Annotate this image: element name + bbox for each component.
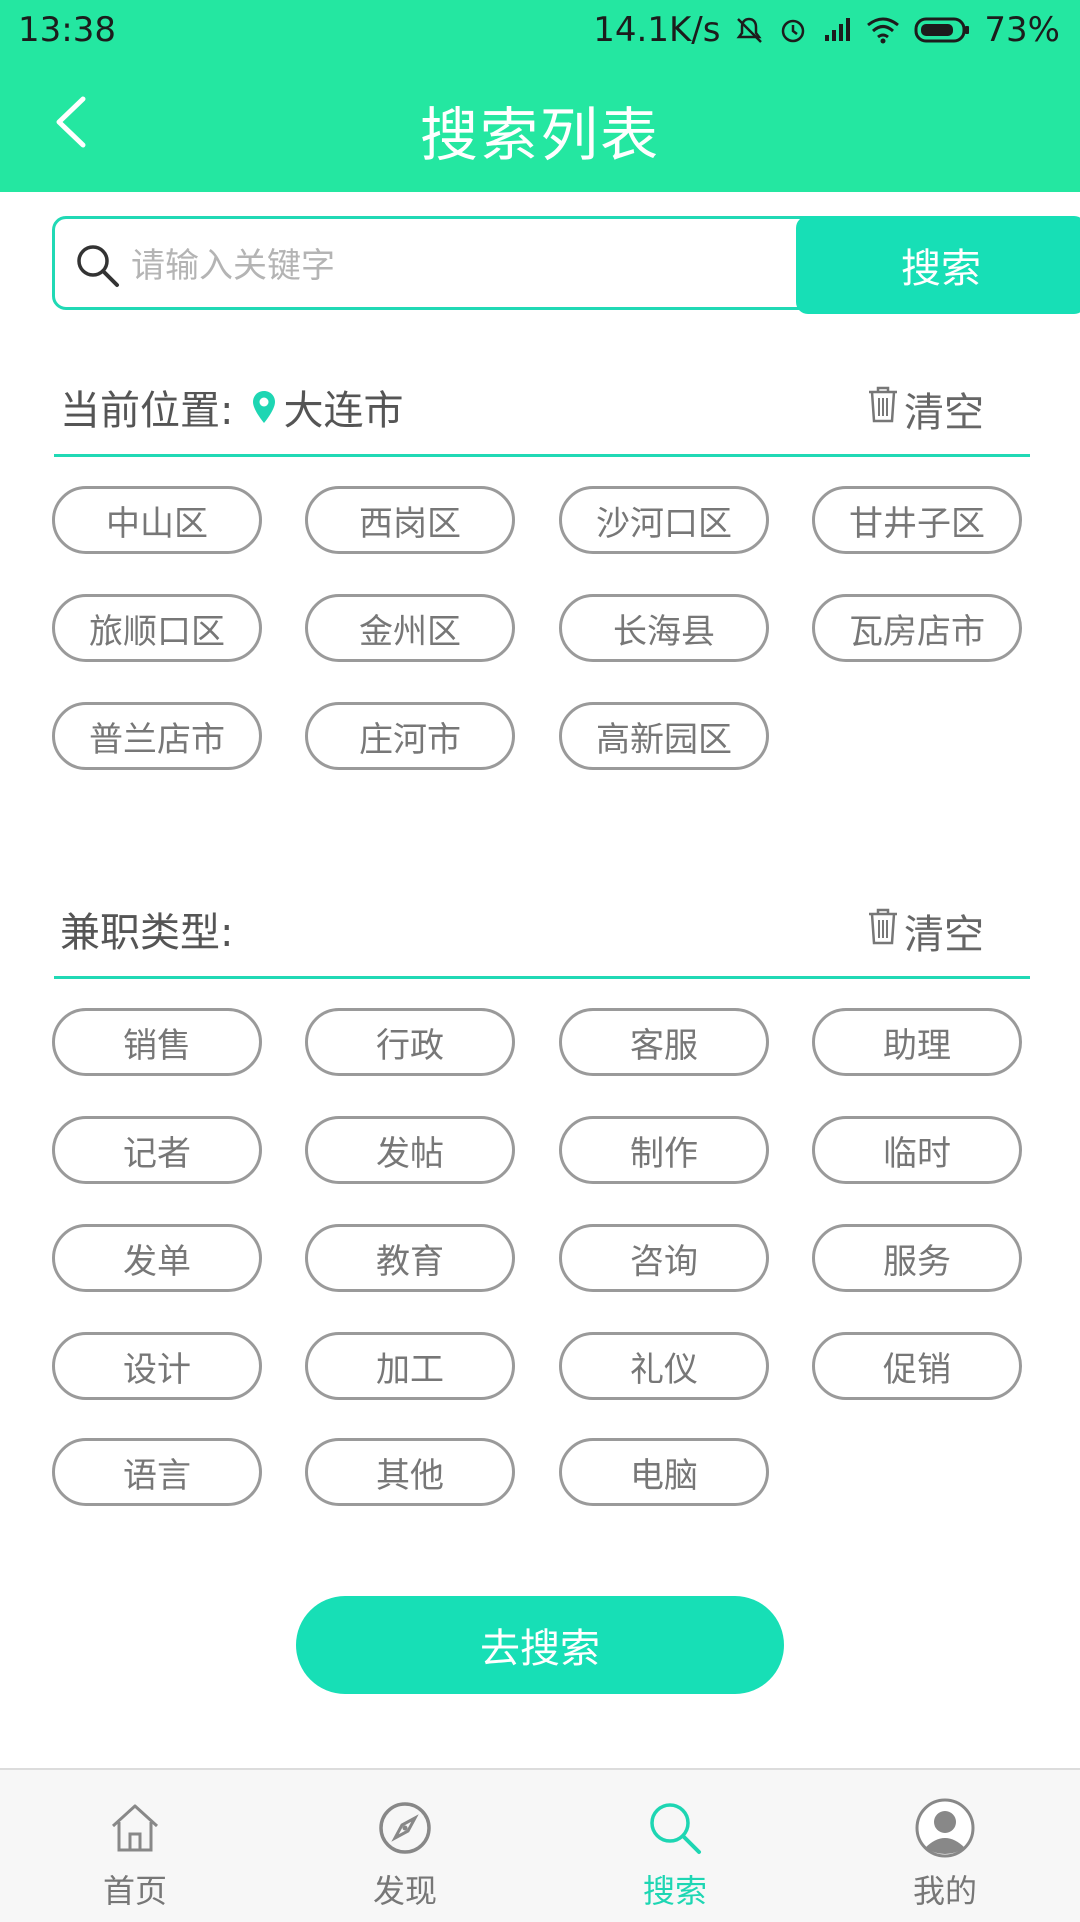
- tab-profile-label: 我的: [912, 1872, 977, 1910]
- location-label: 当前位置:: [60, 388, 234, 434]
- job-type-chip[interactable]: 记者: [52, 1116, 262, 1184]
- tab-profile[interactable]: 我的: [810, 1770, 1080, 1922]
- clear-location-button[interactable]: 清空: [866, 380, 984, 438]
- location-section-header: 当前位置: 大连市 清空: [54, 354, 1030, 457]
- district-chip[interactable]: 高新园区: [559, 702, 769, 770]
- go-search-button[interactable]: 去搜索: [296, 1596, 784, 1694]
- search-icon: [645, 1796, 705, 1860]
- tab-discover-label: 发现: [372, 1872, 437, 1910]
- search-button[interactable]: 搜索: [796, 216, 1080, 314]
- home-icon: [107, 1796, 163, 1860]
- tab-home-label: 首页: [102, 1872, 167, 1910]
- job-type-label: 兼职类型:: [60, 910, 234, 956]
- location-label-row: 当前位置: 大连市: [60, 378, 403, 436]
- tab-search[interactable]: 搜索: [540, 1770, 810, 1922]
- page-title: 搜索列表: [419, 101, 660, 169]
- trash-icon: [866, 906, 900, 956]
- district-chip[interactable]: 中山区: [52, 486, 262, 554]
- job-type-chip[interactable]: 礼仪: [559, 1332, 769, 1400]
- district-chip[interactable]: 长海县: [559, 594, 769, 662]
- job-type-chip[interactable]: 助理: [812, 1008, 1022, 1076]
- job-type-chip[interactable]: 制作: [559, 1116, 769, 1184]
- status-time: 13:38: [18, 10, 116, 50]
- clear-location-label: 清空: [904, 390, 984, 436]
- job-type-chip[interactable]: 语言: [52, 1438, 262, 1506]
- signal-icon: [822, 15, 852, 45]
- job-type-chip[interactable]: 发帖: [305, 1116, 515, 1184]
- wifi-icon: [866, 15, 900, 45]
- user-icon: [915, 1796, 975, 1860]
- job-type-chip[interactable]: 加工: [305, 1332, 515, 1400]
- district-chip[interactable]: 普兰店市: [52, 702, 262, 770]
- job-type-chip[interactable]: 临时: [812, 1116, 1022, 1184]
- status-bar: 13:38 14.1K/s 73%: [0, 0, 1080, 62]
- job-type-chip[interactable]: 行政: [305, 1008, 515, 1076]
- district-chip[interactable]: 沙河口区: [559, 486, 769, 554]
- search-icon: [73, 241, 123, 295]
- district-chip[interactable]: 庄河市: [305, 702, 515, 770]
- compass-icon: [377, 1796, 433, 1860]
- district-chip[interactable]: 旅顺口区: [52, 594, 262, 662]
- current-city: 大连市: [283, 388, 404, 434]
- tab-search-label: 搜索: [642, 1872, 707, 1910]
- district-chip[interactable]: 西岗区: [305, 486, 515, 554]
- tab-discover[interactable]: 发现: [270, 1770, 540, 1922]
- battery-level: 73%: [984, 10, 1060, 50]
- location-pin-icon: [251, 389, 277, 425]
- app-header: 13:38 14.1K/s 73% 搜索列表: [0, 0, 1080, 192]
- trash-icon: [866, 384, 900, 434]
- district-chip[interactable]: 甘井子区: [812, 486, 1022, 554]
- tab-home[interactable]: 首页: [0, 1770, 270, 1922]
- job-type-chip[interactable]: 服务: [812, 1224, 1022, 1292]
- job-type-chip[interactable]: 客服: [559, 1008, 769, 1076]
- job-type-chip[interactable]: 销售: [52, 1008, 262, 1076]
- district-chip[interactable]: 瓦房店市: [812, 594, 1022, 662]
- search-field: [52, 216, 812, 310]
- search-input[interactable]: [129, 237, 793, 295]
- job-type-chip[interactable]: 促销: [812, 1332, 1022, 1400]
- job-type-section-header: 兼职类型: 清空: [54, 876, 1030, 979]
- clear-job-type-label: 清空: [904, 912, 984, 958]
- district-chip[interactable]: 金州区: [305, 594, 515, 662]
- bottom-tab-bar: 首页 发现 搜索 我的: [0, 1768, 1080, 1922]
- clear-job-type-button[interactable]: 清空: [866, 902, 984, 960]
- job-type-chip[interactable]: 设计: [52, 1332, 262, 1400]
- network-speed: 14.1K/s: [593, 10, 721, 50]
- job-type-chip[interactable]: 其他: [305, 1438, 515, 1506]
- job-type-chip[interactable]: 电脑: [559, 1438, 769, 1506]
- search-bar: 搜索: [52, 216, 1080, 314]
- mute-icon: [734, 15, 764, 45]
- status-icons: 14.1K/s 73%: [593, 10, 1060, 50]
- alarm-icon: [778, 15, 808, 45]
- job-type-chip[interactable]: 咨询: [559, 1224, 769, 1292]
- job-type-chip[interactable]: 发单: [52, 1224, 262, 1292]
- job-type-chip[interactable]: 教育: [305, 1224, 515, 1292]
- battery-icon: [914, 16, 970, 44]
- job-type-label-row: 兼职类型:: [60, 900, 233, 958]
